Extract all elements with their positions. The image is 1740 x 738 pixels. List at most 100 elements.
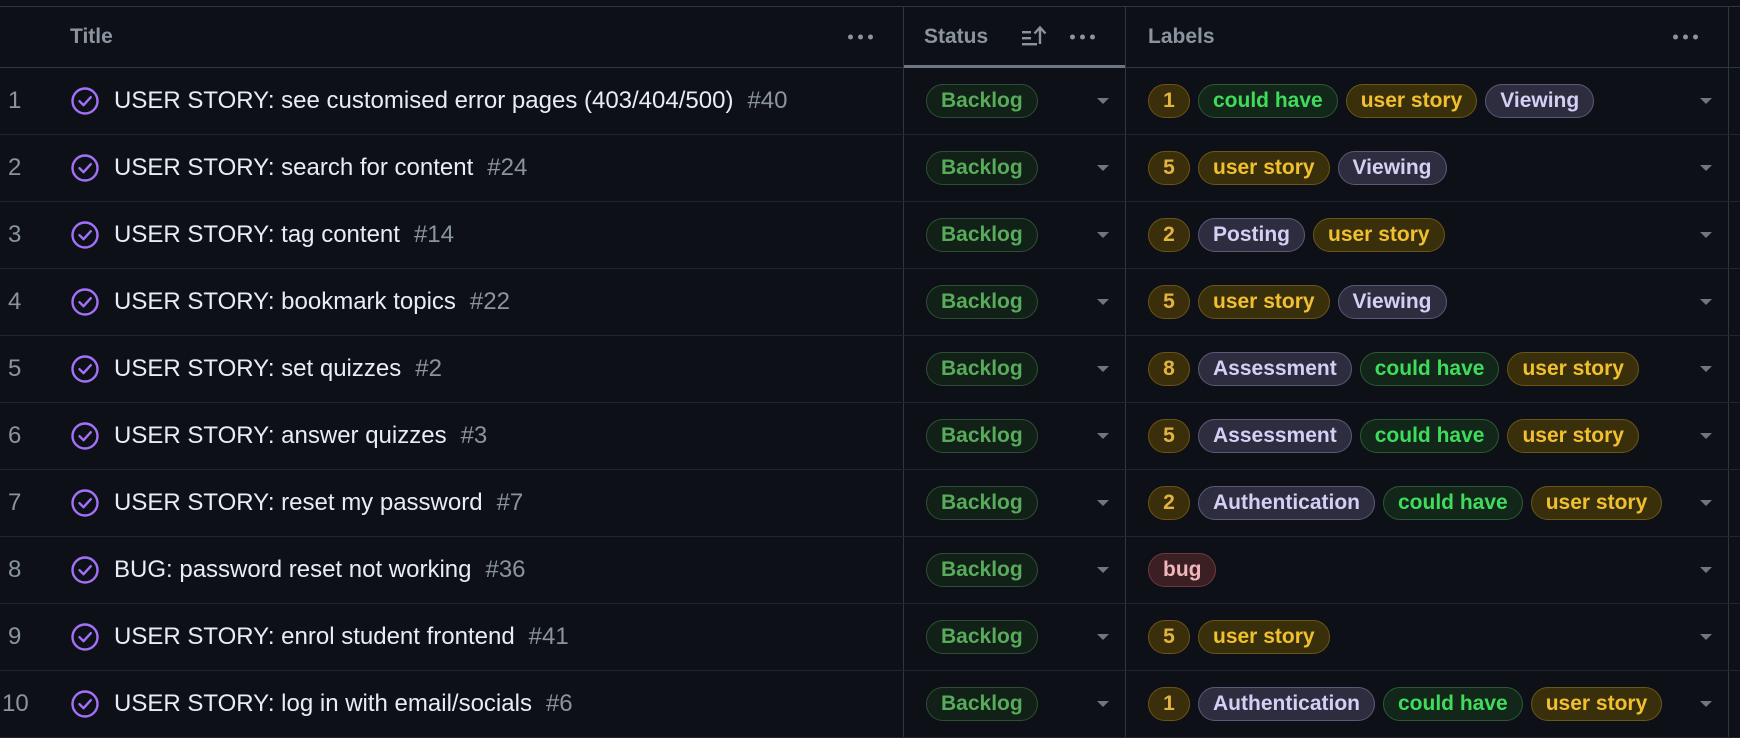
title-cell[interactable]: USER STORY: search for content #24 (62, 135, 904, 201)
labels-cell[interactable]: 8 Assessment could have user story (1126, 336, 1729, 402)
labels-cell[interactable]: 2 Posting user story (1126, 202, 1729, 268)
status-cell[interactable]: Backlog (904, 202, 1126, 268)
table-row[interactable]: 2 USER STORY: search for content #24 Backlo… (0, 135, 1740, 202)
status-badge: Backlog (926, 218, 1038, 252)
issue-title-link[interactable]: USER STORY: bookmark topics (114, 288, 456, 316)
status-cell[interactable]: Backlog (904, 470, 1126, 536)
row-number: 8 (8, 556, 22, 583)
chevron-down-icon[interactable] (1097, 701, 1109, 707)
issue-title-link[interactable]: USER STORY: set quizzes (114, 355, 401, 383)
estimate-badge: 1 (1148, 687, 1190, 721)
issue-title-link[interactable]: USER STORY: log in with email/socials (114, 690, 532, 718)
chevron-down-icon[interactable] (1097, 232, 1109, 238)
labels-cell[interactable]: bug (1126, 537, 1729, 603)
chevron-down-icon[interactable] (1700, 701, 1712, 707)
column-header-labels[interactable]: Labels (1126, 7, 1729, 67)
column-header-title[interactable]: Title (62, 7, 904, 67)
status-cell[interactable]: Backlog (904, 68, 1126, 134)
chevron-down-icon[interactable] (1700, 500, 1712, 506)
labels-cell[interactable]: 1 could have user story Viewing (1126, 68, 1729, 134)
title-cell[interactable]: USER STORY: enrol student frontend #41 (62, 604, 904, 670)
status-column-menu-icon[interactable] (1070, 34, 1095, 40)
chevron-down-icon[interactable] (1097, 433, 1109, 439)
chevron-down-icon[interactable] (1700, 165, 1712, 171)
issue-number: #2 (415, 355, 442, 382)
issue-closed-check-icon (71, 690, 99, 718)
issue-title-link[interactable]: USER STORY: reset my password (114, 489, 483, 517)
label-badge: could have (1383, 486, 1523, 520)
row-number: 4 (8, 288, 22, 315)
title-cell[interactable]: BUG: password reset not working #36 (62, 537, 904, 603)
chevron-down-icon[interactable] (1097, 567, 1109, 573)
labels-cell[interactable]: 5 user story Viewing (1126, 135, 1729, 201)
column-header-status-label: Status (924, 25, 989, 48)
row-filler (1729, 269, 1740, 335)
chevron-down-icon[interactable] (1097, 98, 1109, 104)
table-row[interactable]: 4 USER STORY: bookmark topics #22 Backlog 5 u… (0, 269, 1740, 336)
chevron-down-icon[interactable] (1097, 500, 1109, 506)
chevron-down-icon[interactable] (1700, 299, 1712, 305)
status-cell[interactable]: Backlog (904, 537, 1126, 603)
chevron-down-icon[interactable] (1700, 433, 1712, 439)
table-row[interactable]: 5 USER STORY: set quizzes #2 Backlog 8 Assess… (0, 336, 1740, 403)
top-border (0, 0, 1740, 7)
label-badge: Viewing (1485, 84, 1595, 118)
table-row[interactable]: 7 USER STORY: reset my password #7 Backlog 2… (0, 470, 1740, 537)
chevron-down-icon[interactable] (1097, 165, 1109, 171)
table-row[interactable]: 1 USER STORY: see customised error pages … (0, 68, 1740, 135)
table-row[interactable]: 10 USER STORY: log in with email/socials #… (0, 671, 1740, 738)
label-badge: bug (1148, 553, 1217, 587)
estimate-badge: 5 (1148, 285, 1190, 319)
status-cell[interactable]: Backlog (904, 604, 1126, 670)
issue-title-link[interactable]: USER STORY: tag content (114, 221, 400, 249)
labels-cell[interactable]: 5 user story Viewing (1126, 269, 1729, 335)
issue-title-link[interactable]: BUG: password reset not working (114, 556, 471, 584)
issue-title-link[interactable]: USER STORY: enrol student frontend (114, 623, 515, 651)
table-row[interactable]: 8 BUG: password reset not working #36 Backl… (0, 537, 1740, 604)
column-header-title-label: Title (70, 25, 113, 48)
chevron-down-icon[interactable] (1700, 567, 1712, 573)
chevron-down-icon[interactable] (1097, 634, 1109, 640)
status-cell[interactable]: Backlog (904, 403, 1126, 469)
labels-cell[interactable]: 5 user story (1126, 604, 1729, 670)
chevron-down-icon[interactable] (1700, 98, 1712, 104)
status-badge: Backlog (926, 687, 1038, 721)
status-cell[interactable]: Backlog (904, 269, 1126, 335)
title-cell[interactable]: USER STORY: answer quizzes #3 (62, 403, 904, 469)
status-cell[interactable]: Backlog (904, 135, 1126, 201)
title-cell[interactable]: USER STORY: bookmark topics #22 (62, 269, 904, 335)
sort-ascending-icon[interactable] (1021, 26, 1047, 48)
issue-closed-check-icon (71, 221, 99, 249)
labels-cell[interactable]: 5 Assessment could have user story (1126, 403, 1729, 469)
table-row[interactable]: 9 USER STORY: enrol student frontend #41 Ba… (0, 604, 1740, 671)
row-number: 9 (8, 623, 22, 650)
labels-cell[interactable]: 1 Authentication could have user story (1126, 671, 1729, 737)
chevron-down-icon[interactable] (1700, 366, 1712, 372)
title-cell[interactable]: USER STORY: reset my password #7 (62, 470, 904, 536)
title-cell[interactable]: USER STORY: see customised error pages (… (62, 68, 904, 134)
table-row[interactable]: 3 USER STORY: tag content #14 Backlog 2 Posti… (0, 202, 1740, 269)
status-cell[interactable]: Backlog (904, 671, 1126, 737)
label-badge: Assessment (1198, 419, 1352, 453)
chevron-down-icon[interactable] (1097, 299, 1109, 305)
title-column-menu-icon[interactable] (848, 34, 873, 40)
table-row[interactable]: 6 USER STORY: answer quizzes #3 Backlog 5 Ass… (0, 403, 1740, 470)
issue-title-link[interactable]: USER STORY: see customised error pages (… (114, 87, 733, 115)
column-header-status[interactable]: Status (904, 7, 1126, 68)
issue-number: #6 (545, 690, 573, 717)
issue-title-link[interactable]: USER STORY: search for content (114, 154, 473, 182)
title-cell[interactable]: USER STORY: log in with email/socials #6 (62, 671, 904, 737)
status-cell[interactable]: Backlog (904, 336, 1126, 402)
labels-cell[interactable]: 2 Authentication could have user story (1126, 470, 1729, 536)
chevron-down-icon[interactable] (1097, 366, 1109, 372)
chevron-down-icon[interactable] (1700, 232, 1712, 238)
labels-column-menu-icon[interactable] (1673, 34, 1698, 40)
label-badge: Authentication (1198, 687, 1375, 721)
issue-title-link[interactable]: USER STORY: answer quizzes (114, 422, 447, 450)
chevron-down-icon[interactable] (1700, 634, 1712, 640)
row-filler (1729, 470, 1740, 536)
row-filler (1729, 202, 1740, 268)
title-cell[interactable]: USER STORY: tag content #14 (62, 202, 904, 268)
title-cell[interactable]: USER STORY: set quizzes #2 (62, 336, 904, 402)
estimate-badge: 1 (1148, 84, 1190, 118)
